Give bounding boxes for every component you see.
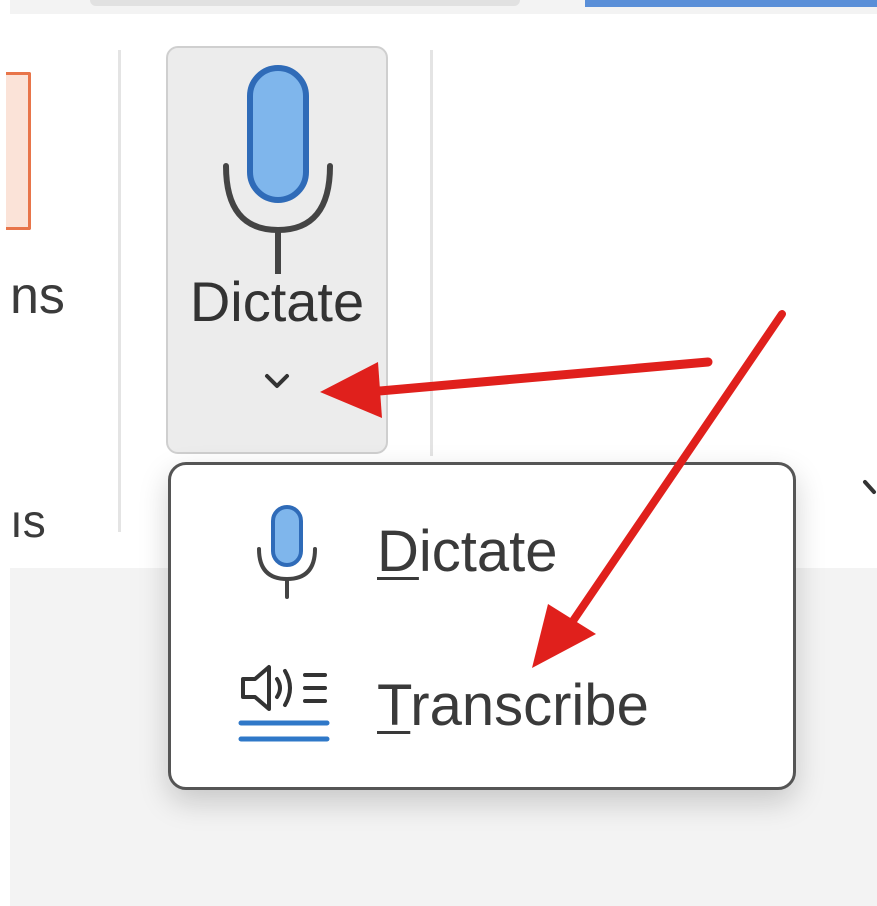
group-separator [430,50,433,456]
ribbon-tab[interactable] [90,0,520,6]
transcribe-icon [238,665,330,742]
dictate-button-label: Dictate [189,270,365,333]
menu-item-dictate[interactable]: Dictate [191,489,773,619]
partial-ribbon-icon[interactable] [6,72,31,230]
dictate-split-button[interactable]: Dictate [166,46,388,454]
partial-button-label: ns [10,267,65,325]
group-separator [118,50,121,532]
microphone-icon [223,65,333,274]
app-window: ns ıs Dictate Dictate Transcribe [0,0,877,906]
menu-item-transcribe-label: Transcribe [377,673,649,738]
selected-tab-indicator [585,0,877,7]
title-tab-strip [0,0,877,14]
partial-group-label: ıs [10,495,46,547]
menu-item-transcribe[interactable]: Transcribe [191,643,773,773]
microphone-icon [257,505,317,599]
chevron-down-icon[interactable] [262,368,292,394]
menu-item-dictate-label: Dictate [377,519,558,584]
ribbon-collapse-chevron-icon[interactable] [862,472,877,502]
dictate-dropdown-menu: Dictate Transcribe [168,462,796,790]
